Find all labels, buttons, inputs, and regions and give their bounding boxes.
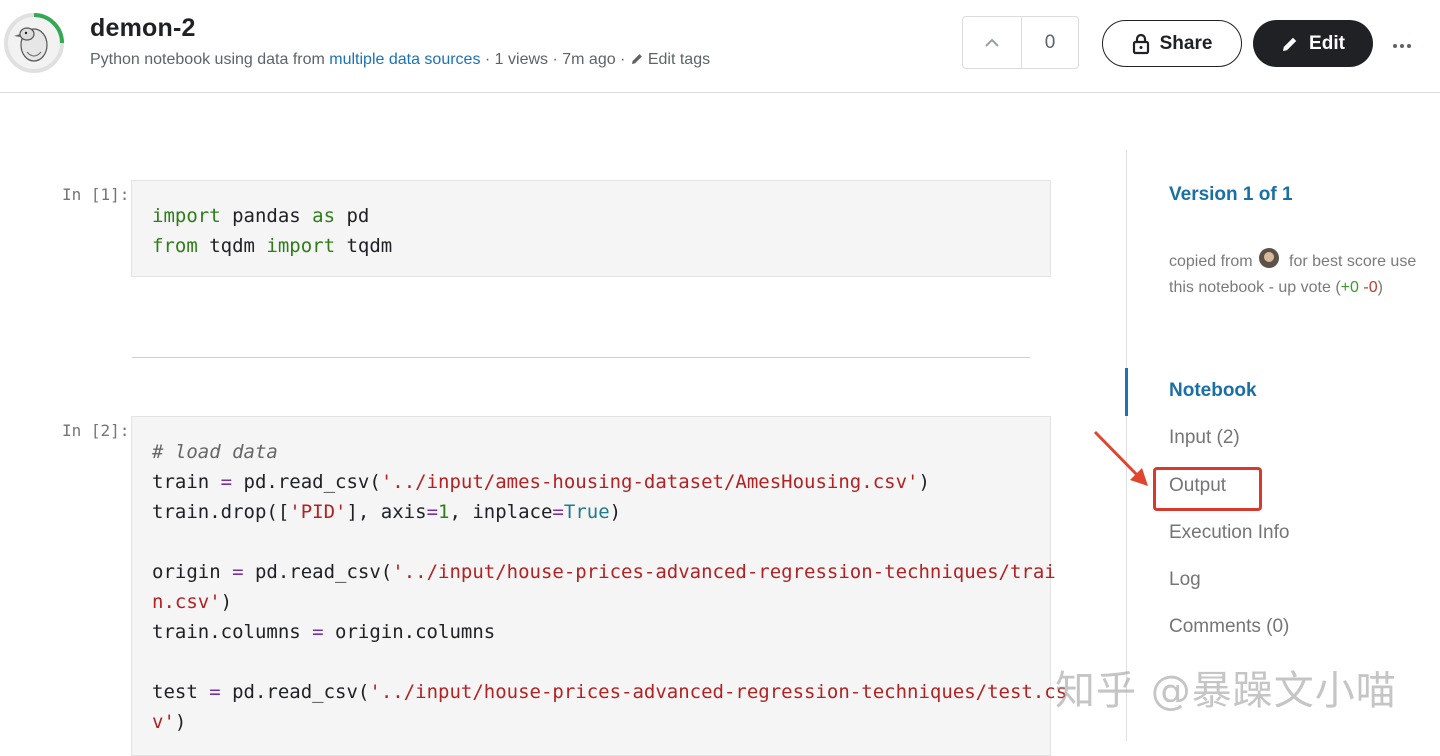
- code-line: v'): [152, 711, 186, 733]
- source-author-avatar[interactable]: [1258, 248, 1279, 268]
- vote-count: 0: [1044, 31, 1056, 53]
- code-token: as: [312, 205, 336, 227]
- code-token: =: [209, 681, 221, 703]
- code-token: train.drop([: [152, 501, 290, 523]
- code-token: ): [609, 501, 622, 523]
- nav-input[interactable]: Input (2): [1169, 427, 1240, 449]
- arrow-icon: [1093, 430, 1148, 486]
- code-token: origin: [152, 561, 233, 583]
- cell-prompt: In [2]:: [62, 421, 130, 440]
- code-cell[interactable]: import pandas as pd from tqdm import tqd…: [131, 180, 1051, 277]
- code-line: from tqdm import tqdm: [152, 235, 392, 257]
- nav-comments[interactable]: Comments (0): [1169, 616, 1289, 638]
- code-token: n.csv': [152, 591, 221, 613]
- code-token: =: [312, 621, 324, 643]
- meta-views-time: · 1 views · 7m ago ·: [480, 51, 630, 68]
- nav-notebook[interactable]: Notebook: [1169, 380, 1257, 402]
- pencil-icon: [631, 54, 642, 64]
- notebook-header: demon-2 Python notebook using data from …: [0, 0, 1440, 93]
- code-token: =: [552, 501, 564, 523]
- code-token: =: [220, 471, 233, 493]
- share-button[interactable]: Share: [1102, 20, 1242, 67]
- edit-tags-label: Edit tags: [647, 51, 711, 68]
- code-token: '../input/ames-housing-dataset/AmesHousi…: [380, 471, 919, 493]
- code-token: test: [152, 681, 210, 703]
- code-line: train.columns = origin.columns: [152, 621, 495, 643]
- notebook-meta: Python notebook using data from multiple…: [90, 51, 710, 69]
- nav-execution-info[interactable]: Execution Info: [1169, 522, 1289, 544]
- code-line: origin = pd.read_csv('../input/house-pri…: [152, 561, 1056, 583]
- code-token: # load data: [152, 441, 278, 463]
- vote-widget: 0: [962, 16, 1079, 69]
- more-icon: [1393, 44, 1411, 48]
- share-label: Share: [1159, 32, 1213, 54]
- code-token: tqdm: [197, 235, 267, 257]
- code-line: import pandas as pd: [152, 205, 369, 227]
- code-line: n.csv'): [152, 591, 232, 613]
- meta-prefix: Python notebook using data from: [90, 51, 330, 68]
- code-line: train = pd.read_csv('../input/ames-housi…: [152, 471, 930, 493]
- code-token: train.columns: [152, 621, 313, 643]
- watermark: 知乎 @暴躁文小喵: [1055, 668, 1397, 714]
- edit-tags-link[interactable]: Edit tags: [630, 51, 710, 68]
- code-token: 'PID': [289, 501, 347, 523]
- cell-prompt: In [1]:: [62, 185, 130, 204]
- code-token: v': [152, 711, 175, 733]
- code-token: ): [918, 471, 930, 493]
- code-token: pandas: [220, 205, 313, 227]
- code-token: train: [152, 471, 221, 493]
- code-token: import: [152, 205, 221, 227]
- code-line: train.drop(['PID'], axis=1, inplace=True…: [152, 501, 621, 523]
- edit-button[interactable]: Edit: [1253, 20, 1373, 67]
- upvote-minus: -0: [1363, 279, 1378, 296]
- code-token: pd.read_csv(: [243, 561, 393, 583]
- code-cell[interactable]: # load data train = pd.read_csv('../inpu…: [131, 416, 1067, 756]
- pencil-icon: [1283, 37, 1297, 51]
- upvote-plus: +0: [1340, 279, 1359, 296]
- code-token: ): [174, 711, 187, 733]
- chevron-up-icon: [985, 38, 999, 47]
- code-line: # load data: [152, 441, 278, 463]
- output-highlight-box: [1153, 467, 1262, 511]
- goose-avatar-icon: [4, 13, 64, 73]
- code-token: pd: [335, 205, 370, 227]
- notebook-title: demon-2: [90, 14, 196, 42]
- cell-divider: [132, 357, 1030, 358]
- code-token: from: [152, 235, 198, 257]
- code-token: tqdm: [335, 235, 393, 257]
- code-token: ): [220, 591, 233, 613]
- more-options-button[interactable]: [1390, 34, 1414, 58]
- author-avatar[interactable]: [3, 12, 65, 74]
- code-token: =: [426, 501, 439, 523]
- code-content: # load data train = pd.read_csv('../inpu…: [152, 437, 1067, 737]
- code-token: origin.columns: [323, 621, 496, 643]
- edit-label: Edit: [1309, 32, 1345, 54]
- code-token: pd.read_csv(: [220, 681, 370, 703]
- code-token: import: [266, 235, 336, 257]
- data-sources-link[interactable]: multiple data sources: [329, 51, 480, 68]
- code-token: , inplace: [449, 501, 553, 523]
- nav-log[interactable]: Log: [1169, 569, 1201, 591]
- active-nav-indicator: [1125, 368, 1128, 416]
- code-line: test = pd.read_csv('../input/house-price…: [152, 681, 1067, 703]
- copied-from-label: copied from: [1169, 253, 1253, 270]
- code-token: True: [563, 501, 610, 523]
- copied-from-note: copied from for best score use this note…: [1169, 248, 1419, 301]
- code-token: =: [232, 561, 244, 583]
- code-token: '../input/house-prices-advanced-regressi…: [369, 681, 1068, 703]
- code-token: ], axis: [346, 501, 427, 523]
- code-token: pd.read_csv(: [232, 471, 381, 493]
- upvote-button[interactable]: [963, 17, 1022, 68]
- code-content: import pandas as pd from tqdm import tqd…: [152, 201, 392, 261]
- code-token: '../input/house-prices-advanced-regressi…: [392, 561, 1056, 583]
- close-paren: ): [1377, 279, 1383, 296]
- code-token: 1: [438, 501, 450, 523]
- lock-icon: [1132, 33, 1149, 54]
- version-link[interactable]: Version 1 of 1: [1169, 184, 1293, 206]
